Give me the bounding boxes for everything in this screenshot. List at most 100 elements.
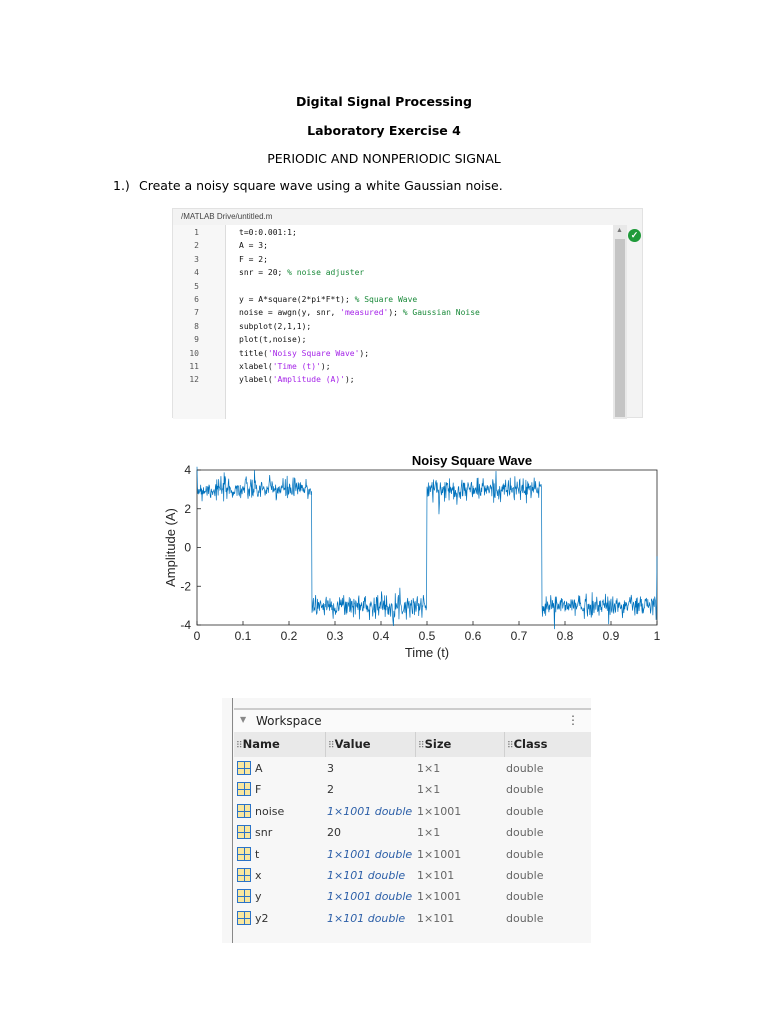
x-tick-label: 0: [194, 629, 201, 643]
variable-class: double: [506, 826, 544, 840]
column-header-name[interactable]: Name: [234, 732, 280, 757]
code-token-comment: % Gaussian Noise: [402, 308, 480, 318]
variable-value: 1×1001 double: [327, 804, 413, 818]
column-label: Value: [334, 737, 371, 751]
workspace-row[interactable]: x 1×101 double 1×101 double: [234, 866, 591, 887]
code-token-comment: % noise adjuster: [287, 268, 365, 278]
editor-scrollbar[interactable]: ▲: [613, 225, 627, 419]
editor-file-path: /MATLAB Drive/untitled.m: [181, 212, 273, 221]
code-token-code: title(: [239, 348, 268, 358]
code-token-code: snr = 20;: [239, 268, 288, 278]
scrollbar-thumb[interactable]: [615, 239, 625, 417]
workspace-row[interactable]: snr 20 1×1 double: [234, 823, 591, 844]
code-line: plot(t,noise);: [239, 335, 306, 344]
variable-size: 1×1001: [417, 847, 462, 861]
code-token-code: ylabel(: [239, 375, 273, 385]
workspace-row[interactable]: A 3 1×1 double: [234, 759, 591, 780]
code-token-code: noise = awgn(y, snr,: [239, 308, 341, 318]
column-header-value[interactable]: Value: [325, 732, 371, 757]
code-line: A = 3;: [239, 241, 268, 250]
workspace-row[interactable]: y 1×1001 double 1×1001 double: [234, 887, 591, 908]
line-number: 1: [194, 228, 199, 237]
variable-name: t: [255, 847, 260, 861]
document-title: Digital Signal Processing: [296, 94, 472, 109]
variable-size: 1×101: [417, 911, 455, 925]
exercise-item: 1.) Create a noisy square wave using a wh…: [113, 178, 503, 193]
x-tick-label: 0.9: [603, 629, 620, 643]
check-circle-icon: ✓: [628, 229, 641, 242]
variable-size: 1×1001: [417, 804, 462, 818]
code-line: subplot(2,1,1);: [239, 322, 311, 331]
more-options-icon[interactable]: ⋮: [567, 713, 579, 727]
variable-class: double: [506, 869, 544, 882]
code-token-string: 'Noisy Square Wave': [267, 348, 360, 358]
code-token-code: xlabel(: [239, 362, 273, 371]
code-line: xlabel('Time (t)');: [239, 362, 331, 371]
matlab-editor: /MATLAB Drive/untitled.m 1 2 3 4 5 6 7 8 9 10 11 12…: [172, 208, 643, 419]
variable-matrix-icon: [237, 761, 251, 775]
panel-divider: [232, 698, 233, 943]
variable-name: A: [255, 762, 263, 775]
variable-name: y2: [255, 911, 269, 925]
x-tick-label: 0.4: [373, 629, 390, 643]
variable-name: x: [255, 869, 262, 882]
variable-name: y: [255, 890, 262, 904]
scroll-up-icon[interactable]: ▲: [616, 227, 623, 234]
x-tick-label: 0.8: [557, 629, 574, 643]
line-number: 3: [194, 254, 199, 264]
line-number: 7: [194, 308, 199, 318]
variable-matrix-icon: [237, 889, 251, 904]
code-line: y = A*square(2*pi*F*t); % Square Wave: [239, 295, 417, 304]
line-number: 12: [189, 375, 199, 385]
line-number: 8: [194, 321, 199, 331]
editor-body[interactable]: 1 2 3 4 5 6 7 8 9 10 11 12 t=0:0.001:1; A = 3; F = 2;…: [173, 225, 613, 419]
variable-size: 1×1001: [417, 890, 462, 904]
workspace-panel: ▼ Workspace ⋮ Name Value Size Class A 3 …: [222, 698, 591, 943]
line-number-gutter: 1 2 3 4 5 6 7 8 9 10 11 12: [173, 225, 226, 419]
workspace-row[interactable]: t 1×1001 double 1×1001 double: [234, 845, 591, 866]
column-label: Size: [424, 737, 452, 751]
code-token-code: t=0:0.001:1;: [239, 228, 297, 237]
variable-name: snr: [255, 826, 273, 840]
workspace-row[interactable]: noise 1×1001 double 1×1001 double: [234, 802, 591, 823]
item-number: 1.): [113, 178, 130, 193]
y-axis-label: Amplitude (A): [163, 508, 178, 587]
code-token-code: );: [359, 348, 370, 358]
variable-value: 20: [327, 826, 341, 840]
x-axis-label: Time (t): [405, 645, 449, 660]
code-line: noise = awgn(y, snr, 'measured'); % Gaus…: [239, 308, 480, 317]
line-number: 9: [194, 335, 199, 345]
x-tick-label: 0.5: [419, 629, 436, 643]
column-label: Name: [242, 737, 280, 751]
workspace-column-headers: Name Value Size Class: [234, 732, 591, 757]
x-tick-label: 0.3: [327, 629, 344, 643]
variable-matrix-icon: [237, 868, 251, 882]
collapse-caret-icon[interactable]: ▼: [240, 715, 246, 724]
variable-value: 1×1001 double: [327, 890, 413, 904]
line-number: 11: [189, 362, 199, 371]
line-number: 4: [194, 268, 199, 278]
y-tick-label: -2: [180, 579, 191, 593]
variable-class: double: [506, 847, 544, 861]
variable-size: 1×1: [417, 826, 441, 840]
variable-value: 1×101 double: [327, 869, 406, 882]
x-tick-label: 0.2: [281, 629, 298, 643]
variable-matrix-icon: [237, 803, 251, 818]
x-tick-label: 0.7: [511, 629, 528, 643]
column-header-class[interactable]: Class: [504, 732, 547, 757]
variable-matrix-icon: [237, 782, 251, 797]
chart-title: Noisy Square Wave: [412, 453, 532, 468]
code-token-code: );: [388, 308, 403, 318]
y-tick-label: 0: [184, 541, 191, 555]
variable-class: double: [506, 911, 544, 925]
code-token-string: 'measured': [340, 308, 389, 318]
workspace-row[interactable]: y2 1×101 double 1×101 double: [234, 909, 591, 930]
workspace-row[interactable]: F 2 1×1 double: [234, 780, 591, 801]
document-subtitle: Laboratory Exercise 4: [307, 123, 461, 138]
item-text: Create a noisy square wave using a white…: [139, 178, 503, 193]
code-line: title('Noisy Square Wave');: [239, 349, 369, 358]
y-tick-label: 4: [184, 463, 191, 477]
column-header-size[interactable]: Size: [415, 732, 451, 757]
line-number: 5: [194, 281, 199, 291]
code-line: ylabel('Amplitude (A)');: [239, 375, 355, 384]
